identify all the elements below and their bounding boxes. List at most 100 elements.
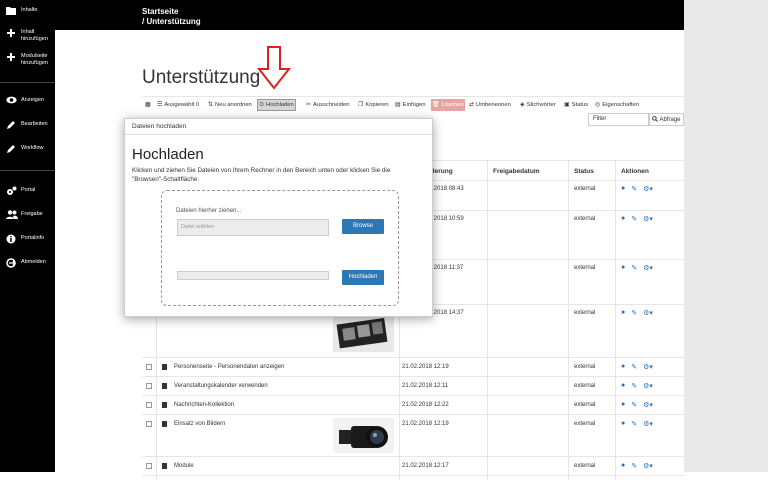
sidebar-item-abmelden[interactable]: Abmelden [0,258,55,268]
settings-icon[interactable]: ⚙▾ [643,185,653,193]
col-header-actions: Aktionen [621,168,649,175]
edit-icon[interactable]: ✎ [631,363,637,371]
table-row[interactable]: Einsatz von Bildern 21.02.2018 12:19 ext… [142,415,684,457]
view-icon[interactable]: ● [621,363,625,371]
table-row[interactable]: Module 21.02.2018 12:17 external ● ✎ ⚙▾ [142,457,684,476]
paste-button[interactable]: ▤ Einfügen [394,99,427,111]
copy-button[interactable]: ❐ Kopieren [357,99,390,111]
sidebar-item-freigabe[interactable]: Freigabe [0,210,55,220]
status-button[interactable]: ▣ Status [563,99,589,111]
settings-icon[interactable]: ⚙▾ [643,264,653,272]
settings-icon[interactable]: ⚙▾ [643,215,653,223]
properties-button[interactable]: ◎ Eigenschaften [594,99,640,111]
breadcrumb-current: / Unterstützung [142,17,201,26]
col-header-status[interactable]: Status [574,168,594,175]
edit-icon[interactable]: ✎ [631,185,637,193]
sidebar-item-modulseite-hinzufuegen[interactable]: Modulseite hinzufügen [0,52,55,66]
settings-icon[interactable]: ⚙▾ [643,420,653,428]
row-date: 21.02.2018 12:19 [402,421,449,427]
cut-button[interactable]: ✂ Ausschneiden [305,99,350,111]
view-icon[interactable]: ● [621,420,625,428]
filter-input[interactable]: Filter [588,113,649,126]
view-icon[interactable]: ● [621,382,625,390]
col-header-release[interactable]: Freigabedatum [493,168,540,175]
tag-icon: ◈ [520,102,525,108]
table-row[interactable]: Nachrichten-Kollektion 21.02.2018 12:22 … [142,396,684,415]
sidebar-item-label: Workflow [21,145,44,151]
row-status: external [574,383,596,389]
sidebar-item-label: Inhalt hinzufügen [21,29,48,42]
sidebar-item-bearbeiten[interactable]: Bearbeiten [0,120,55,130]
settings-icon[interactable]: ⚙▾ [643,462,653,470]
row-checkbox[interactable] [146,383,152,389]
edit-icon[interactable]: ✎ [631,401,637,409]
header-bar: Startseite / Unterstützung [55,0,684,30]
row-title[interactable]: Veranstaltungskalender verwenden [174,383,268,389]
row-title[interactable]: Nachrichten-Kollektion [174,402,234,408]
row-title[interactable]: Personenseite - Personendaten anzeigen [174,364,284,370]
sidebar-item-workflow[interactable]: Workflow [0,144,55,154]
selected-count-button[interactable]: ☰ Ausgewählt 0 [156,99,200,111]
upload-button[interactable]: ⊙ Hochladen [257,99,296,111]
view-icon[interactable]: ● [621,185,625,193]
row-checkbox[interactable] [146,402,152,408]
logout-icon [6,258,16,268]
edit-icon[interactable]: ✎ [631,462,637,470]
table-row[interactable]: Veranstaltungskalender verwenden 21.02.2… [142,377,684,396]
sidebar-item-anzeigen[interactable]: Anzeigen [0,96,55,106]
row-actions: ● ✎ ⚙▾ [621,401,653,409]
keywords-button[interactable]: ◈ Stichwörter [519,99,557,111]
edit-icon[interactable]: ✎ [631,264,637,272]
view-icon[interactable]: ● [621,401,625,409]
edit-icon[interactable]: ✎ [631,420,637,428]
row-date: 21.02.2018 12:17 [402,463,449,469]
right-gutter [684,0,768,472]
settings-icon[interactable]: ⚙▾ [643,401,653,409]
sidebar-item-label: Anzeigen [21,97,44,103]
sidebar-item-label: Modulseite hinzufügen [21,53,48,66]
sidebar-item-portalinfo[interactable]: Portalinfo [0,234,55,244]
select-all-button[interactable]: ▦ [144,99,152,111]
sidebar-item-inhalte[interactable]: Inhalte [0,6,55,16]
view-icon[interactable]: ● [621,264,625,272]
row-checkbox[interactable] [146,463,152,469]
row-title[interactable]: Module [174,463,194,469]
file-dropzone[interactable]: Dateien hierher ziehen... Datei wählen B… [161,190,399,306]
edit-icon[interactable]: ✎ [631,382,637,390]
grid-icon: ▦ [145,102,151,108]
settings-icon[interactable]: ⚙▾ [643,382,653,390]
table-row[interactable]: Personenseite - Personendaten anzeigen 2… [142,358,684,377]
row-date: 21.02.2018 12:19 [402,364,449,370]
query-button[interactable]: Abfrage [649,113,684,126]
view-icon[interactable]: ● [621,309,625,317]
browse-button[interactable]: Browse [342,219,384,234]
sidebar-item-label: Abmelden [21,259,46,265]
row-status: external [574,364,596,370]
upload-submit-button[interactable]: Hochladen [342,270,384,285]
view-icon[interactable]: ● [621,215,625,223]
document-icon [162,463,167,469]
breadcrumb-startseite[interactable]: Startseite [142,7,178,16]
sidebar-item-label: Portal [21,187,36,193]
sidebar-item-inhalt-hinzufuegen[interactable]: Inhalt hinzufügen [0,28,55,42]
file-select-field[interactable]: Datei wählen [177,219,329,236]
row-title[interactable]: Einsatz von Bildern [174,421,225,427]
row-actions: ● ✎ ⚙▾ [621,363,653,371]
row-checkbox[interactable] [146,421,152,427]
reorder-button[interactable]: ⇅ Neu anordnen [207,99,253,111]
edit-icon[interactable]: ✎ [631,215,637,223]
edit-icon[interactable]: ✎ [631,309,637,317]
row-status: external [574,463,596,469]
plus-icon [6,52,16,62]
settings-icon[interactable]: ⚙▾ [643,309,653,317]
view-icon[interactable]: ● [621,462,625,470]
sidebar-item-portal[interactable]: Portal [0,186,55,196]
sidebar: Inhalte Inhalt hinzufügen Modulseite hin… [0,0,55,472]
dialog-title: Hochladen [132,146,204,163]
rename-button[interactable]: ⇄ Umbenennen [468,99,512,111]
document-icon [162,421,167,427]
properties-icon: ◎ [595,102,601,108]
row-checkbox[interactable] [146,364,152,370]
delete-button[interactable]: 🗑 Löschen [431,99,465,111]
settings-icon[interactable]: ⚙▾ [643,363,653,371]
